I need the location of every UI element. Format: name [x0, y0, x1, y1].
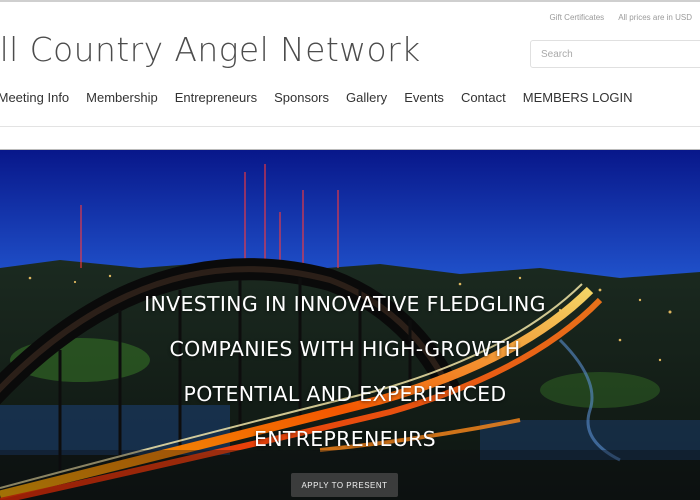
- nav-item-entrepreneurs[interactable]: Entrepreneurs: [175, 90, 257, 105]
- currency-note: All prices are in USD: [618, 13, 692, 22]
- site-title[interactable]: ill Country Angel Network: [0, 30, 421, 69]
- gift-certificates-link[interactable]: Gift Certificates: [550, 13, 605, 22]
- apply-to-present-button[interactable]: APPLY TO PRESENT: [291, 473, 398, 497]
- search-input[interactable]: [530, 40, 700, 68]
- nav-item-contact[interactable]: Contact: [461, 90, 506, 105]
- main-nav: /Meeting Info Membership Entrepreneurs S…: [0, 90, 650, 105]
- nav-item-events[interactable]: Events: [404, 90, 444, 105]
- top-border: [0, 0, 700, 2]
- hero-tagline: INVESTING IN INNOVATIVE FLEDGLING COMPAN…: [100, 282, 590, 462]
- hero-tagline-line: ENTREPRENEURS: [253, 427, 436, 451]
- utility-links: Gift Certificates All prices are in USD: [550, 13, 693, 22]
- nav-item-gallery[interactable]: Gallery: [346, 90, 387, 105]
- hero-tagline-line: INVESTING IN INNOVATIVE FLEDGLING: [144, 292, 546, 316]
- nav-item-meeting-info[interactable]: /Meeting Info: [0, 90, 69, 105]
- nav-item-members-login[interactable]: MEMBERS LOGIN: [523, 90, 633, 105]
- nav-item-membership[interactable]: Membership: [86, 90, 158, 105]
- hero-tagline-line: COMPANIES WITH HIGH-GROWTH: [169, 337, 521, 361]
- nav-item-sponsors[interactable]: Sponsors: [274, 90, 329, 105]
- hero-banner: INVESTING IN INNOVATIVE FLEDGLING COMPAN…: [0, 149, 700, 500]
- hero-tagline-line: POTENTIAL AND EXPERIENCED: [183, 382, 507, 406]
- header-divider: [0, 126, 700, 127]
